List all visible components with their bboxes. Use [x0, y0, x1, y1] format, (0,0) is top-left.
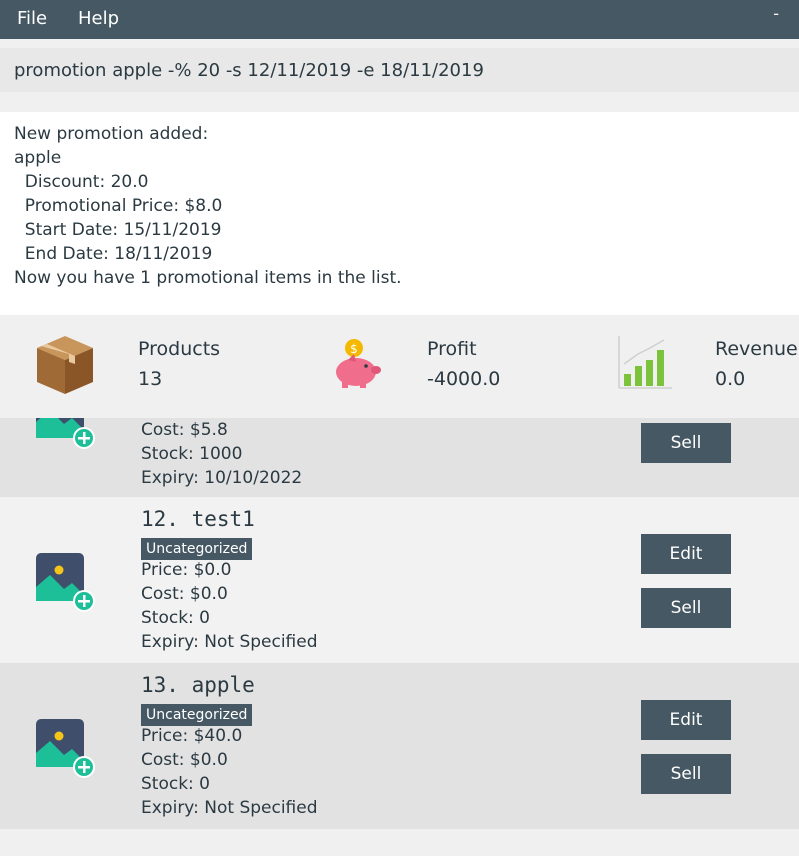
piggy-bank-icon: $: [336, 339, 381, 388]
bar-chart-icon: [618, 336, 672, 389]
result-line: Now you have 1 promotional items in the …: [14, 268, 402, 288]
list-item: Cost: $5.8 Stock: 1000 Expiry: 10/10/202…: [0, 418, 799, 497]
item-expiry: Expiry: Not Specified: [141, 632, 318, 652]
revenue-value: 0.0: [715, 368, 746, 390]
sell-button[interactable]: Sell: [641, 754, 731, 794]
menu-help[interactable]: Help: [78, 8, 119, 29]
products-value: 13: [138, 368, 163, 390]
minimize-button[interactable]: -: [773, 4, 779, 23]
result-line: End Date: 18/11/2019: [14, 244, 213, 264]
edit-button[interactable]: Edit: [641, 700, 731, 740]
edit-button[interactable]: Edit: [641, 534, 731, 574]
item-title: 12. test1: [141, 507, 255, 531]
result-display: New promotion added: apple Discount: 20.…: [0, 112, 799, 315]
add-image-icon: [36, 719, 95, 778]
add-image-icon: [36, 553, 95, 612]
command-box: [0, 48, 799, 92]
profit-value: -4000.0: [427, 368, 501, 390]
list-item: 12. test1 Uncategorized Price: $0.0 Cost…: [0, 497, 799, 663]
item-stock: Stock: 1000: [141, 444, 243, 464]
revenue-label: Revenue: [715, 338, 798, 360]
item-cost: Cost: $0.0: [141, 584, 228, 604]
statistics-bar: Products 13 $ Profit -4000.0 Revenue 0.0: [0, 318, 799, 418]
item-expiry: Expiry: Not Specified: [141, 798, 318, 818]
item-title: 13. apple: [141, 673, 255, 697]
sell-button[interactable]: Sell: [641, 423, 731, 463]
result-line: Start Date: 15/11/2019: [14, 220, 222, 240]
item-price: Price: $40.0: [141, 726, 243, 746]
sell-button[interactable]: Sell: [641, 588, 731, 628]
box-icon: [37, 336, 93, 394]
result-line: apple: [14, 148, 62, 168]
product-list[interactable]: Cost: $5.8 Stock: 1000 Expiry: 10/10/202…: [0, 418, 799, 856]
list-item: 13. apple Uncategorized Price: $40.0 Cos…: [0, 663, 799, 829]
item-expiry: Expiry: 10/10/2022: [141, 468, 303, 488]
result-line: Promotional Price: $8.0: [14, 196, 223, 216]
svg-text:$: $: [350, 342, 358, 356]
products-label: Products: [138, 338, 221, 360]
category-badge: Uncategorized: [141, 538, 253, 560]
category-badge: Uncategorized: [141, 704, 253, 726]
item-stock: Stock: 0: [141, 608, 210, 628]
item-cost: Cost: $5.8: [141, 420, 228, 440]
item-price: Price: $0.0: [141, 560, 232, 580]
profit-label: Profit: [427, 338, 477, 360]
command-input[interactable]: [0, 48, 799, 92]
item-cost: Cost: $0.0: [141, 750, 228, 770]
menu-bar: File Help -: [0, 0, 799, 39]
result-line: Discount: 20.0: [14, 172, 149, 192]
add-image-icon: [36, 418, 95, 449]
result-line: New promotion added:: [14, 124, 209, 144]
item-stock: Stock: 0: [141, 774, 210, 794]
menu-file[interactable]: File: [17, 8, 47, 29]
